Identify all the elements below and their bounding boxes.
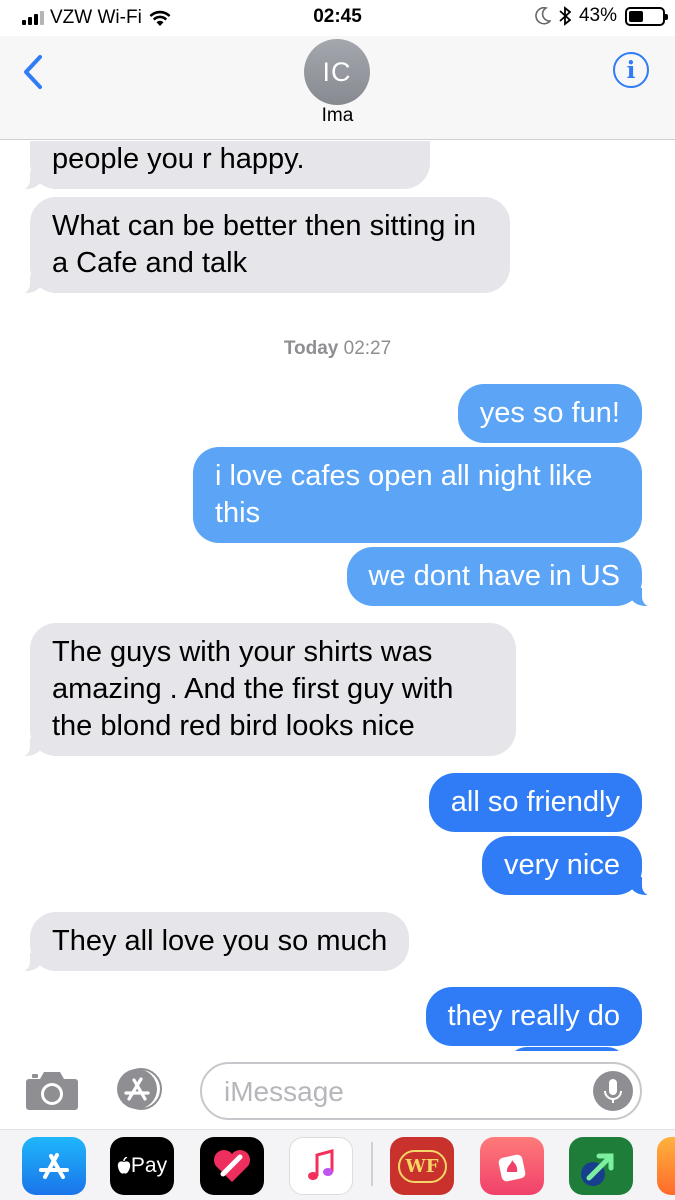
app-store-app[interactable]	[22, 1137, 86, 1195]
timestamp-time: 02:27	[343, 338, 392, 359]
battery-icon	[625, 6, 668, 26]
app-drawer: Pay WF	[0, 1129, 675, 1200]
contact-name[interactable]: Ima	[0, 105, 675, 127]
message-bubble-incoming[interactable]: They all love you so much	[9, 912, 410, 972]
wf-app-icon: WF	[397, 1149, 447, 1183]
camera-icon	[26, 1072, 78, 1110]
message-bubble-incoming[interactable]: The guys with your shirts was amazing . …	[10, 623, 516, 757]
digital-touch-icon	[214, 1150, 250, 1182]
music-app[interactable]	[289, 1137, 353, 1195]
message-text: they really do	[447, 1000, 621, 1032]
message-placeholder: iMessage	[224, 1076, 344, 1107]
battery-percent: 43%	[578, 5, 617, 26]
message-text: we dont have in US	[368, 560, 620, 592]
battery-fill	[629, 10, 643, 22]
message-bubble-outgoing[interactable]: i love cafes open all night like this	[193, 447, 642, 543]
message-text: i love cafes open all night like this	[215, 460, 593, 529]
wf-app[interactable]: WF	[390, 1137, 454, 1195]
message-input[interactable]: iMessage	[200, 1062, 642, 1120]
message-text: people you r happy.	[52, 143, 305, 175]
message-text: yes so fun!	[479, 397, 620, 429]
apple-pay-app[interactable]: Pay	[110, 1137, 174, 1195]
input-bar: iMessage	[0, 1051, 675, 1129]
message-bubble-outgoing[interactable]: we dont have in US	[346, 547, 663, 607]
info-button[interactable]: i	[613, 52, 649, 88]
photo-app[interactable]	[480, 1137, 544, 1195]
conversation-header: IC Ima i	[0, 36, 675, 140]
app-store-icon	[117, 1068, 162, 1110]
status-right: 43%	[535, 5, 668, 27]
app-store-button[interactable]	[113, 1067, 162, 1111]
arrow-app[interactable]	[569, 1137, 633, 1195]
message-bubble-outgoing[interactable]: all so friendly	[428, 773, 642, 832]
microphone-icon	[604, 1079, 622, 1103]
back-button[interactable]	[18, 52, 48, 92]
moon-icon	[535, 7, 551, 25]
arrow-app-icon	[581, 1153, 614, 1186]
photo-app-icon	[498, 1154, 526, 1182]
message-text: What can be better then sitting in a Caf…	[52, 210, 476, 279]
partial-app[interactable]	[657, 1137, 675, 1195]
apple-pay-label: Pay	[130, 1154, 168, 1177]
music-icon	[308, 1149, 334, 1180]
bluetooth-icon	[559, 6, 571, 26]
message-text: The guys with your shirts was amazing . …	[52, 636, 454, 742]
message-text: all so friendly	[450, 786, 620, 818]
status-bar: VZW Wi-Fi 02:45 43%	[0, 0, 675, 36]
message-bubble-incoming[interactable]: What can be better then sitting in a Caf…	[10, 197, 510, 294]
message-text: very nice	[503, 849, 620, 881]
message-bubble-outgoing[interactable]: very nice	[481, 836, 663, 896]
message-bubble-outgoing[interactable]: yes so fun!	[457, 384, 642, 443]
drawer-divider	[371, 1142, 373, 1186]
dictation-button[interactable]	[593, 1071, 633, 1111]
message-text: They all love you so much	[52, 925, 388, 957]
contact-avatar[interactable]: IC	[304, 39, 370, 105]
message-bubble-outgoing[interactable]: they really do	[425, 987, 642, 1046]
timestamp-day: Today	[283, 338, 339, 359]
message-timestamp: Today 02:27	[0, 338, 675, 360]
digital-touch-app[interactable]	[200, 1137, 264, 1195]
chevron-left-icon	[24, 55, 42, 89]
message-bubble-incoming[interactable]: people you r happy.	[10, 141, 430, 190]
camera-button[interactable]	[25, 1069, 79, 1111]
apple-pay-icon	[117, 1157, 131, 1174]
message-thread[interactable]: people you r happy. What can be better t…	[0, 141, 675, 1051]
info-icon: i	[626, 56, 636, 84]
app-store-icon	[39, 1153, 69, 1179]
